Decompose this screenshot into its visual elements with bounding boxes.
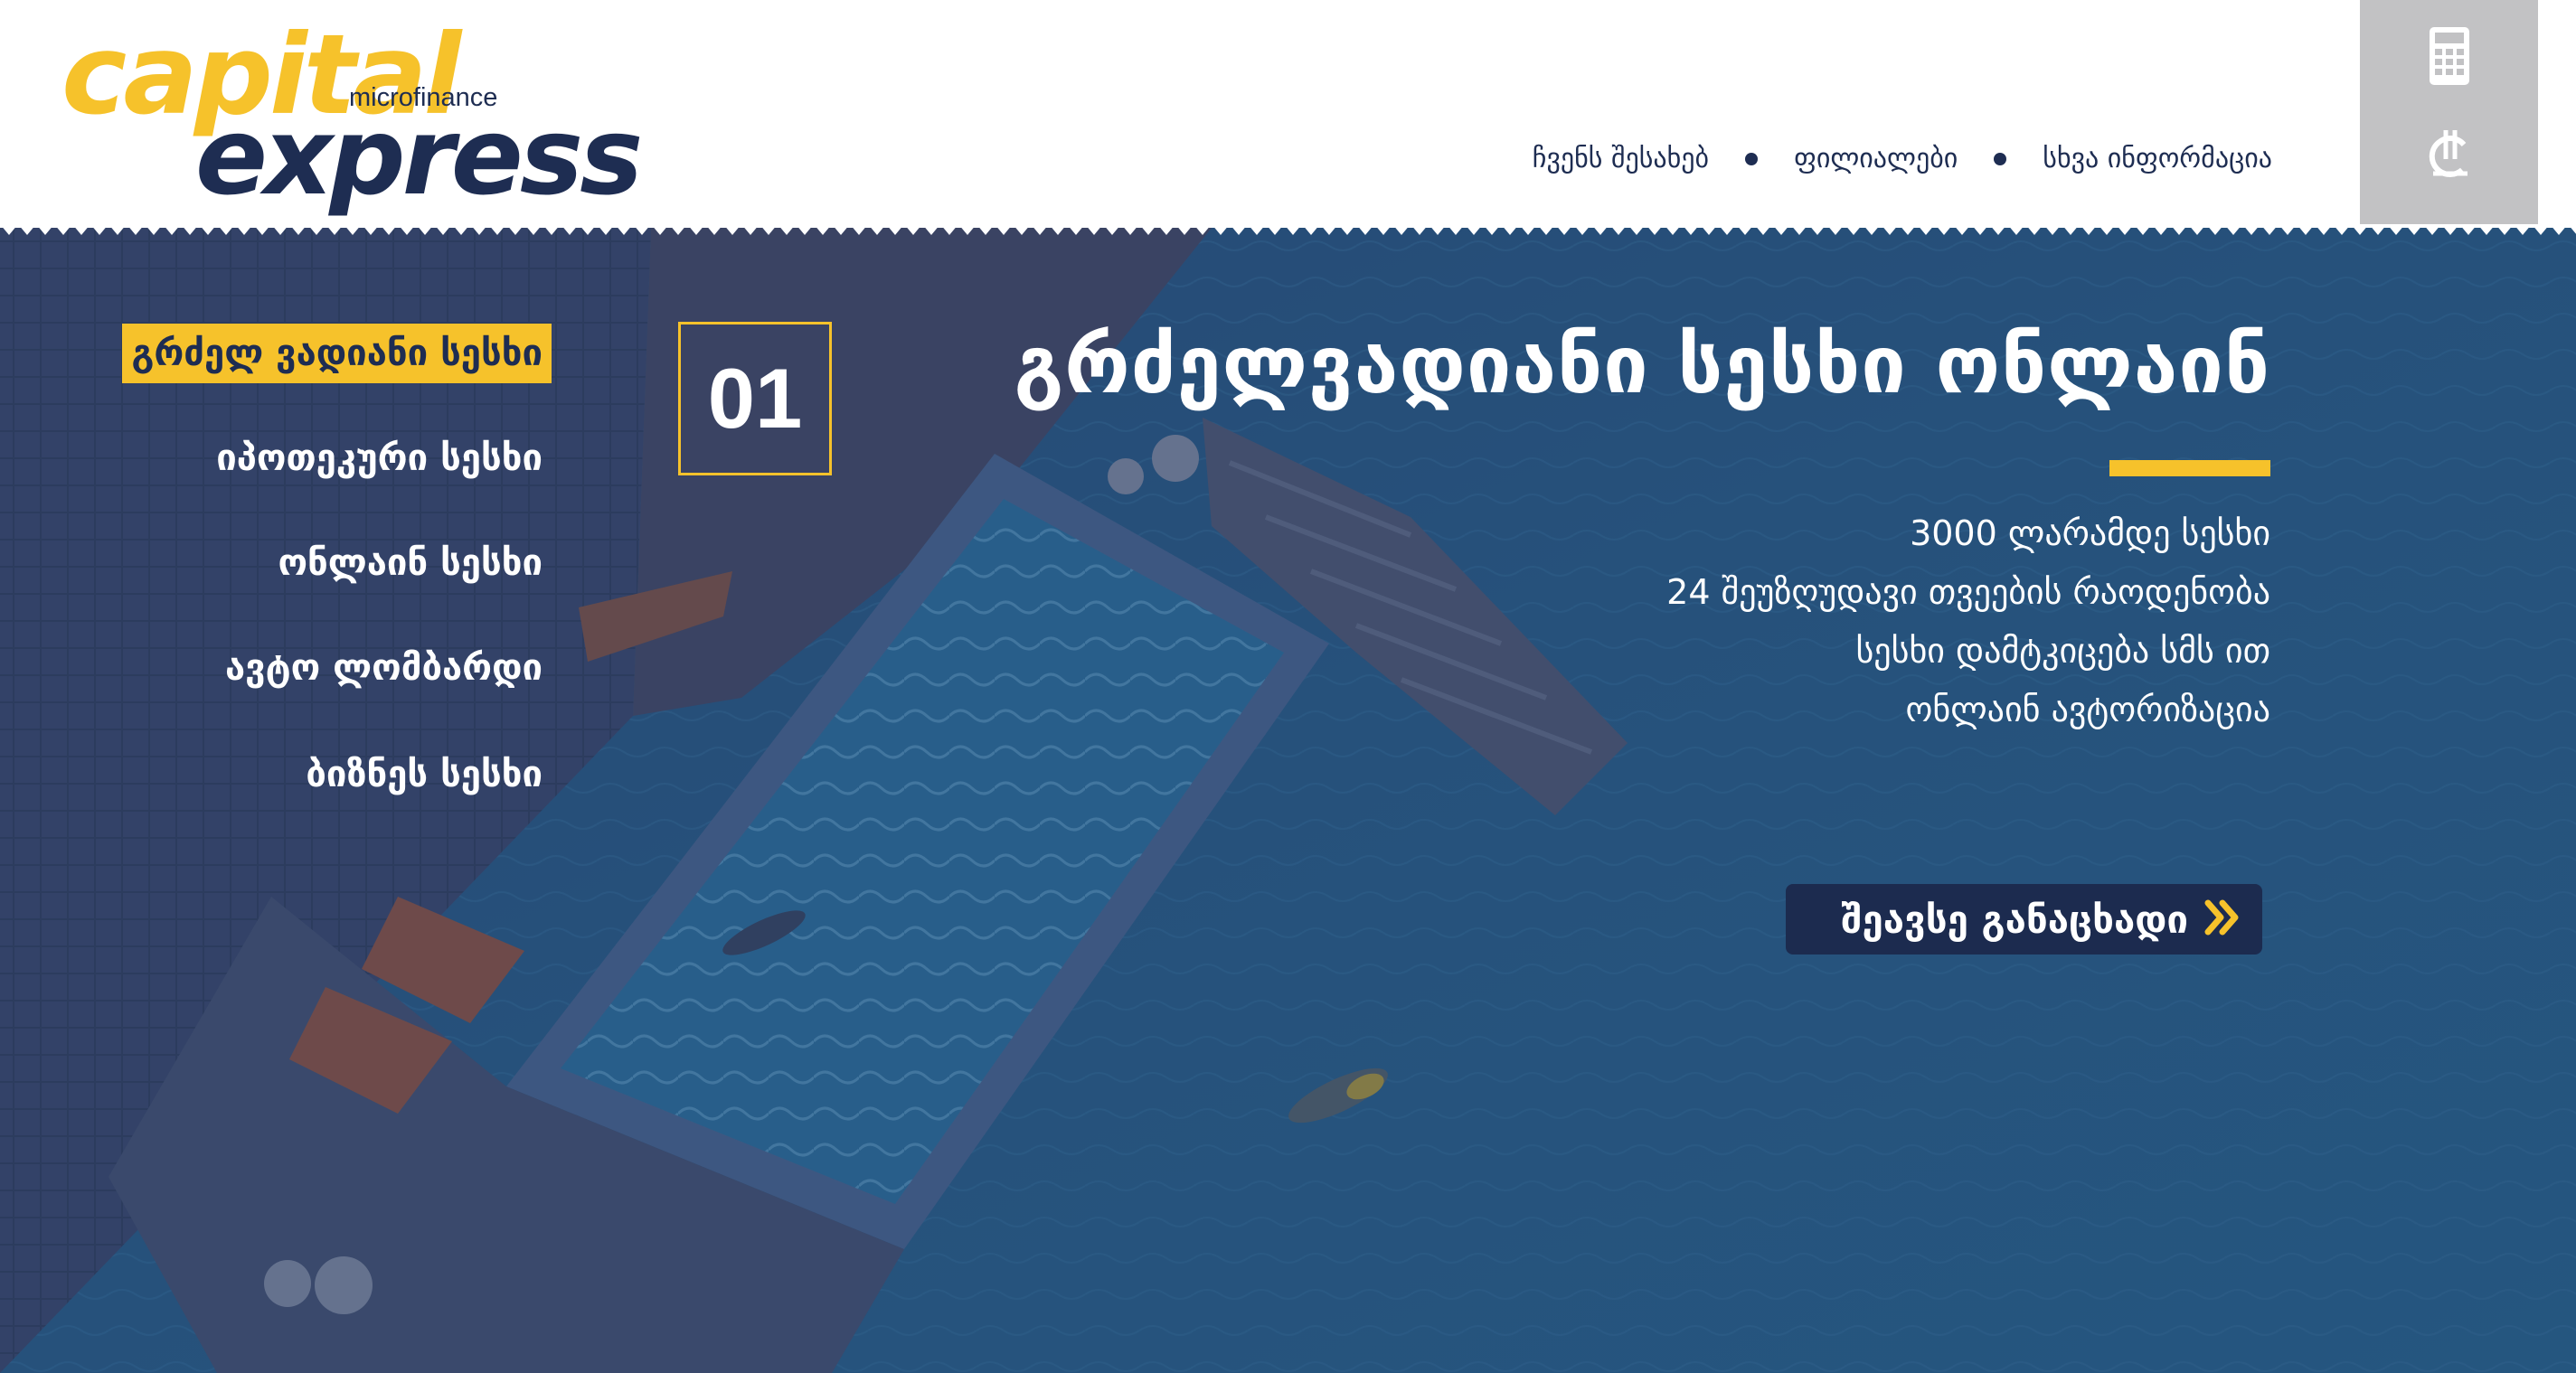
double-chevron-right-icon <box>2203 898 2242 941</box>
topnav-item-about[interactable]: ჩვენს შესახებ <box>1533 143 1709 174</box>
loan-menu-item-business[interactable]: ბიზნეს სესხი <box>297 745 552 804</box>
topnav-item-branches[interactable]: ფილიალები <box>1794 143 1958 174</box>
loan-menu-item-auto-pawn[interactable]: ავტო ლომბარდი <box>216 638 552 698</box>
header-zigzag-edge <box>0 224 2576 237</box>
loan-menu-item-long-term[interactable]: გრძელ ვადიანი სესხი <box>122 324 552 383</box>
calculator-icon[interactable] <box>2360 27 2538 85</box>
lari-currency-icon[interactable] <box>2360 127 2538 177</box>
feature-item: სესხი დამტკიცება სმს ით <box>1855 631 2270 671</box>
hero-slider: გრძელ ვადიანი სესხი იპოთეკური სესხი ონლა… <box>0 228 2576 1373</box>
feature-item: ონლაინ ავტორიზაცია <box>1905 690 2271 729</box>
topnav-item-other-info[interactable]: სხვა ინფორმაცია <box>2043 143 2272 174</box>
logo-word-express: express <box>195 94 643 219</box>
feature-item: 24 შეუზღუდავი თვეების რაოდენობა <box>1666 572 2270 612</box>
apply-button-label: შეავსე განაცხადი <box>1841 897 2188 942</box>
slide-number: 01 <box>678 322 832 475</box>
title-accent-bar <box>2109 460 2270 476</box>
loan-menu-item-online[interactable]: ონლაინ სესხი <box>269 533 552 593</box>
nav-separator-dot <box>1994 152 2007 165</box>
quick-tools-panel <box>2360 0 2538 224</box>
top-navigation: ჩვენს შესახებ ფილიალები სხვა ინფორმაცია <box>1533 143 2272 174</box>
feature-item: 3000 ლარამდე სესხი <box>1910 513 2270 553</box>
capital-express-logo[interactable]: capital microfinance express <box>61 20 643 210</box>
nav-separator-dot <box>1745 152 1759 165</box>
loan-features-list: 3000 ლარამდე სესხი 24 შეუზღუდავი თვეების… <box>1666 504 2270 739</box>
apply-button[interactable]: შეავსე განაცხადი <box>1786 884 2262 955</box>
loan-menu-item-mortgage[interactable]: იპოთეკური სესხი <box>207 428 552 488</box>
hero-title: გრძელვადიანი სესხი ონლაინ <box>1014 318 2270 411</box>
slide-number-text: 01 <box>707 351 803 446</box>
site-header: capital microfinance express ჩვენს შესახ… <box>0 0 2576 228</box>
